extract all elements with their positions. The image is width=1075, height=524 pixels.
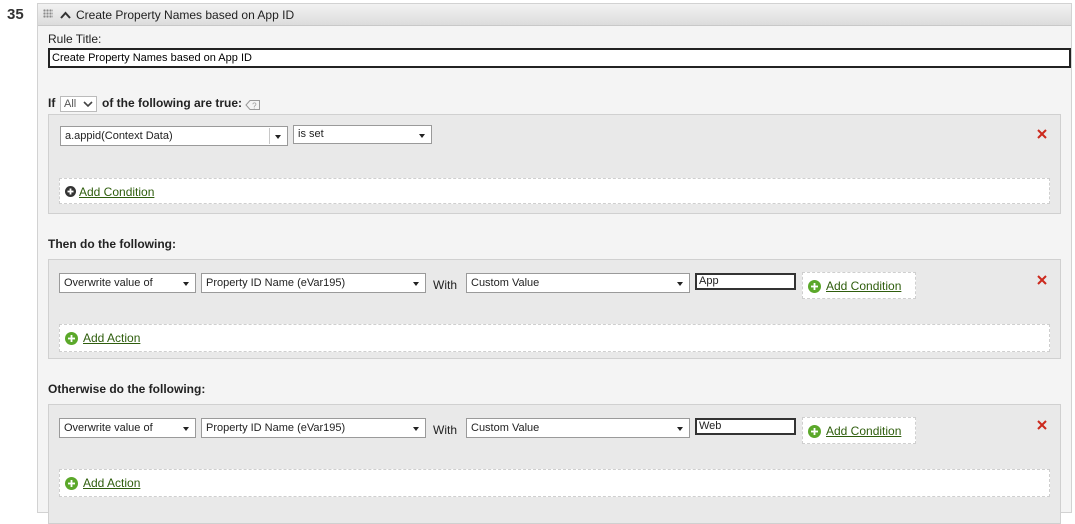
value-type-value: Custom Value — [471, 422, 540, 434]
action-row: Overwrite value of Property ID Name (eVa… — [49, 260, 1060, 312]
action-type-select[interactable]: Overwrite value of — [59, 273, 196, 293]
rule-title-input[interactable] — [48, 48, 1071, 68]
dropdown-arrow-icon — [413, 427, 419, 431]
with-label: With — [433, 423, 457, 437]
add-condition-link[interactable]: Add Condition — [826, 424, 901, 438]
action-type-value: Overwrite value of — [64, 277, 153, 289]
if-label: If — [48, 96, 56, 110]
rule-title-label: Rule Title: — [48, 32, 102, 46]
condition-operator-value: is set — [298, 128, 324, 140]
add-action-row[interactable]: Add Action — [59, 469, 1050, 497]
add-icon — [65, 477, 78, 490]
rule-panel: Create Property Names based on App ID Ru… — [37, 3, 1072, 524]
dropdown-separator — [269, 128, 270, 144]
otherwise-section: Overwrite value of Property ID Name (eVa… — [48, 404, 1061, 524]
add-condition-link[interactable]: Add Condition — [826, 279, 901, 293]
then-heading: Then do the following: — [48, 237, 176, 251]
conditions-section: a.appid(Context Data) is set Add Conditi… — [48, 114, 1061, 214]
action-type-select[interactable]: Overwrite value of — [59, 418, 196, 438]
inline-add-condition[interactable]: Add Condition — [802, 417, 916, 444]
action-row: Overwrite value of Property ID Name (eVa… — [49, 405, 1060, 457]
dropdown-arrow-icon — [677, 427, 683, 431]
rule-header-title: Create Property Names based on App ID — [76, 8, 295, 22]
add-icon — [65, 332, 78, 345]
rule-header[interactable]: Create Property Names based on App ID — [38, 4, 1071, 26]
dropdown-arrow-icon — [419, 134, 425, 138]
dropdown-arrow-icon — [183, 282, 189, 286]
add-action-link[interactable]: Add Action — [83, 476, 140, 490]
inline-add-condition[interactable]: Add Condition — [802, 272, 916, 299]
value-type-select[interactable]: Custom Value — [466, 418, 690, 438]
value-type-select[interactable]: Custom Value — [466, 273, 690, 293]
add-action-row[interactable]: Add Action — [59, 324, 1050, 352]
dropdown-arrow-icon — [183, 427, 189, 431]
add-condition-row[interactable]: Add Condition — [59, 178, 1050, 204]
dropdown-arrow-icon — [275, 135, 281, 139]
remove-condition-icon[interactable] — [1037, 129, 1047, 139]
dropdown-arrow-icon — [413, 282, 419, 286]
chevron-down-icon — [83, 101, 93, 108]
condition-operator-select[interactable]: is set — [293, 125, 432, 144]
help-icon[interactable]: ? — [245, 99, 261, 111]
variable-select[interactable]: Property ID Name (eVar195) — [201, 273, 426, 293]
condition-field-value: a.appid(Context Data) — [65, 130, 173, 142]
dropdown-arrow-icon — [677, 282, 683, 286]
remove-action-icon[interactable] — [1037, 420, 1047, 430]
action-type-value: Overwrite value of — [64, 422, 153, 434]
otherwise-heading: Otherwise do the following: — [48, 382, 206, 396]
remove-action-icon[interactable] — [1037, 275, 1047, 285]
add-icon — [808, 425, 821, 438]
svg-text:?: ? — [252, 102, 257, 111]
variable-value: Property ID Name (eVar195) — [206, 422, 346, 434]
with-label: With — [433, 278, 457, 292]
add-icon — [65, 186, 76, 197]
condition-field-select[interactable]: a.appid(Context Data) — [60, 126, 288, 146]
match-type-value: All — [64, 98, 77, 110]
add-action-link[interactable]: Add Action — [83, 331, 140, 345]
variable-value: Property ID Name (eVar195) — [206, 277, 346, 289]
condition-row: a.appid(Context Data) is set — [49, 115, 1060, 167]
then-section: Overwrite value of Property ID Name (eVa… — [48, 259, 1061, 359]
custom-value-input[interactable]: Web — [695, 418, 796, 435]
chevron-up-icon[interactable] — [60, 11, 71, 19]
add-icon — [808, 280, 821, 293]
match-type-select[interactable]: All — [60, 96, 97, 112]
variable-select[interactable]: Property ID Name (eVar195) — [201, 418, 426, 438]
drag-handle-icon[interactable] — [43, 9, 53, 18]
rule-number: 35 — [7, 6, 24, 23]
custom-value-input[interactable]: App — [695, 273, 796, 290]
conditions-heading: of the following are true: — [102, 96, 242, 110]
value-type-value: Custom Value — [471, 277, 540, 289]
add-condition-link[interactable]: Add Condition — [79, 185, 154, 199]
